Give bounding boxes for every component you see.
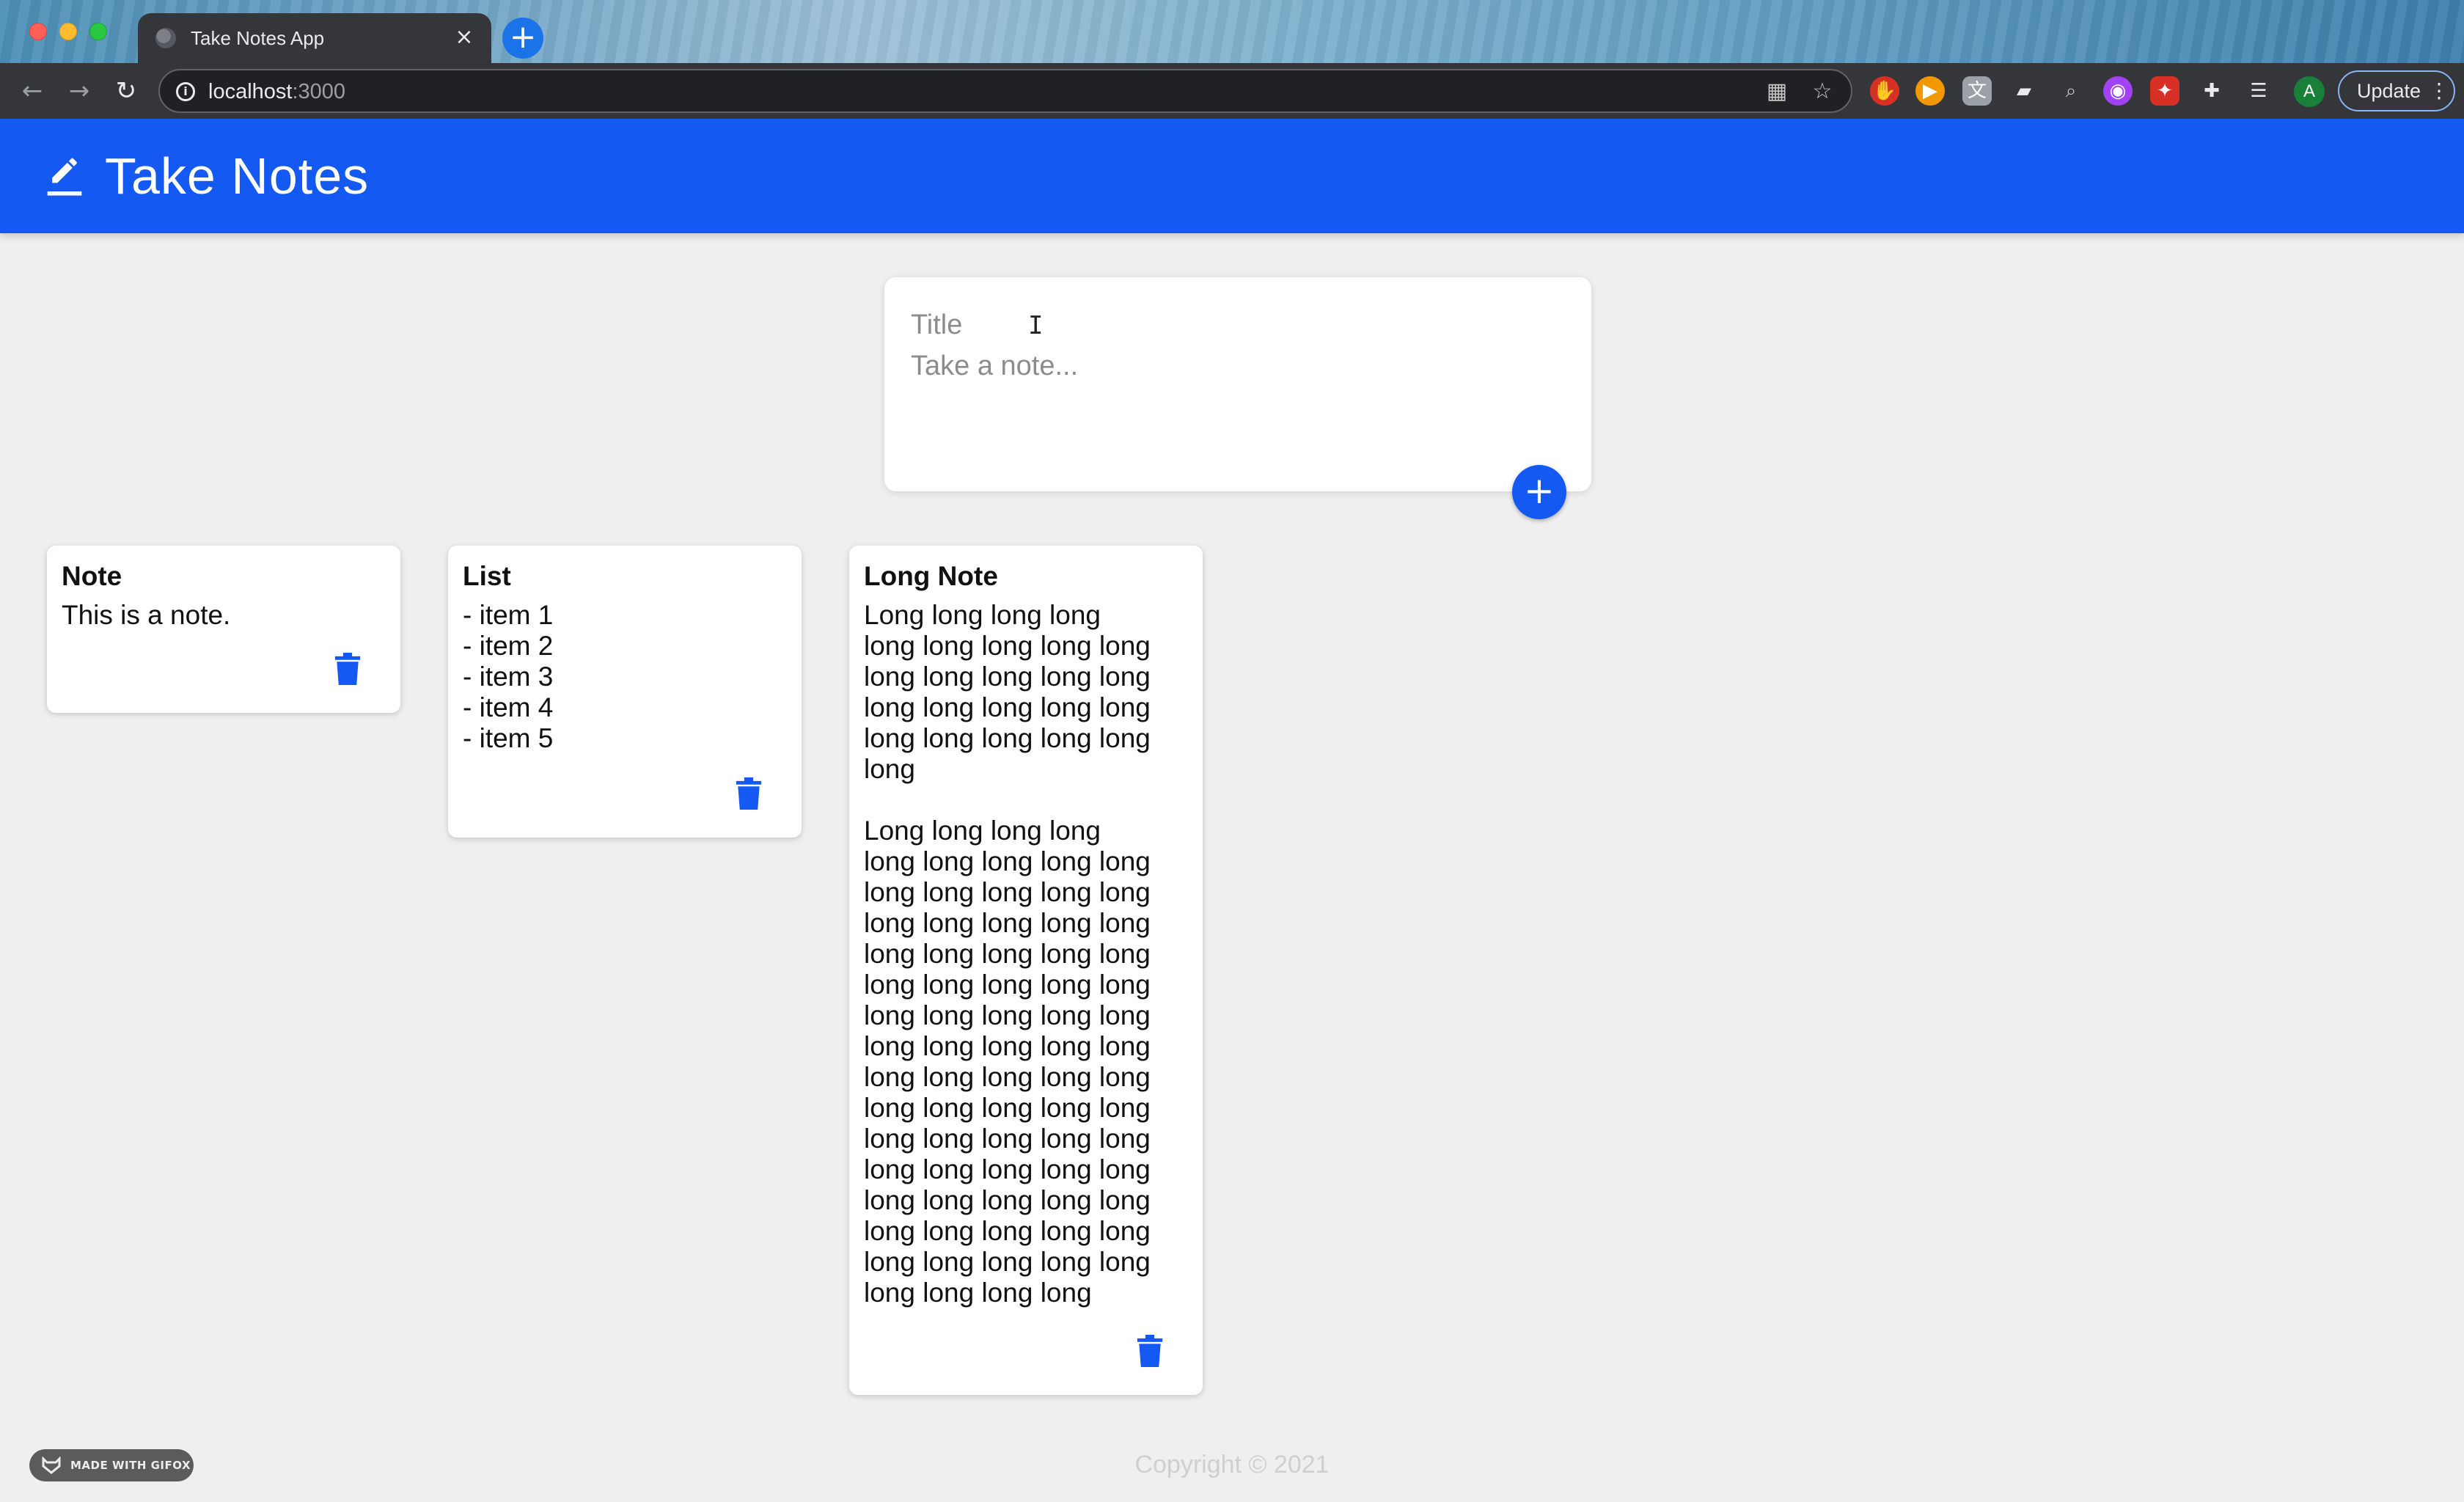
note-card: List - item 1 - item 2 - item 3 - item 4… <box>448 546 802 838</box>
info-icon[interactable]: i <box>176 82 195 101</box>
note-content: This is a note. <box>62 600 231 630</box>
update-button[interactable]: Update ⋮ <box>2338 70 2455 111</box>
delete-trash-icon[interactable] <box>736 777 762 810</box>
note-title-input[interactable] <box>911 305 1556 345</box>
delete-trash-icon[interactable] <box>1137 1335 1163 1367</box>
profile-avatar[interactable]: A <box>2294 76 2325 107</box>
more-menu-icon[interactable]: ⋮ <box>2429 72 2449 110</box>
play-icon[interactable]: ▶ <box>1915 76 1945 106</box>
add-note-button[interactable]: + <box>1512 465 1566 519</box>
forward-arrow-icon[interactable]: → <box>63 75 95 107</box>
note-title: Note <box>62 561 122 591</box>
tab-close-icon[interactable]: × <box>452 25 477 50</box>
browser-toolbar: ← → ↻ i localhost:3000 ▦ ☆ <box>0 63 2464 119</box>
window-close-button[interactable] <box>29 23 47 40</box>
note-card: Note This is a note. <box>47 546 400 713</box>
pencil-icon <box>47 158 82 196</box>
note-card: Long Note Long long long long long long … <box>849 546 1203 1395</box>
app-header: Take Notes <box>0 119 2464 233</box>
create-note-form <box>884 277 1591 491</box>
footer: Copyright © 2021 <box>0 1451 2464 1479</box>
color-icon[interactable]: ◉ <box>2103 76 2133 106</box>
window-zoom-button[interactable] <box>89 23 107 40</box>
note-title: List <box>463 561 511 591</box>
playlist-icon[interactable]: ☰ <box>2244 76 2273 106</box>
puzzle-icon[interactable]: ✚ <box>2197 76 2226 106</box>
reader-icon[interactable]: ▰ <box>2009 76 2039 106</box>
back-arrow-icon[interactable]: ← <box>16 75 48 107</box>
url-text[interactable]: localhost:3000 <box>208 79 345 104</box>
update-label: Update <box>2357 80 2421 102</box>
fox-logo-icon <box>42 1457 61 1474</box>
qr-code-icon[interactable]: ▦ <box>1764 79 1789 104</box>
translate-icon[interactable]: 文 <box>1962 76 1992 106</box>
reload-icon[interactable]: ↻ <box>110 75 142 107</box>
note-content: Long long long long long long long long … <box>864 600 1151 1308</box>
note-title: Long Note <box>864 561 998 591</box>
browser-tab[interactable]: Take Notes App × <box>138 13 491 63</box>
adblock-icon[interactable]: ✋ <box>1870 76 1899 106</box>
bookmark-star-icon[interactable]: ☆ <box>1810 79 1835 104</box>
address-bar[interactable]: i localhost:3000 ▦ ☆ <box>158 69 1852 113</box>
note-body-input[interactable] <box>911 351 1556 461</box>
gifox-badge[interactable]: MADE WITH GIFOX <box>29 1449 194 1481</box>
gifox-badge-label: MADE WITH GIFOX <box>70 1459 191 1472</box>
globe-icon <box>155 28 176 48</box>
app-title: Take Notes <box>105 147 370 205</box>
delete-trash-icon[interactable] <box>334 653 361 685</box>
note-content: - item 1 - item 2 - item 3 - item 4 - it… <box>463 600 554 753</box>
gift-icon[interactable]: ✦ <box>2150 76 2179 106</box>
tab-title: Take Notes App <box>191 27 325 49</box>
search-icon[interactable]: ⌕ <box>2056 76 2086 106</box>
copyright-text: Copyright © 2021 <box>1134 1451 1330 1479</box>
window-minimize-button[interactable] <box>59 23 77 40</box>
text-cursor-icon: I <box>1028 311 1044 340</box>
new-tab-button[interactable]: + <box>502 18 543 59</box>
